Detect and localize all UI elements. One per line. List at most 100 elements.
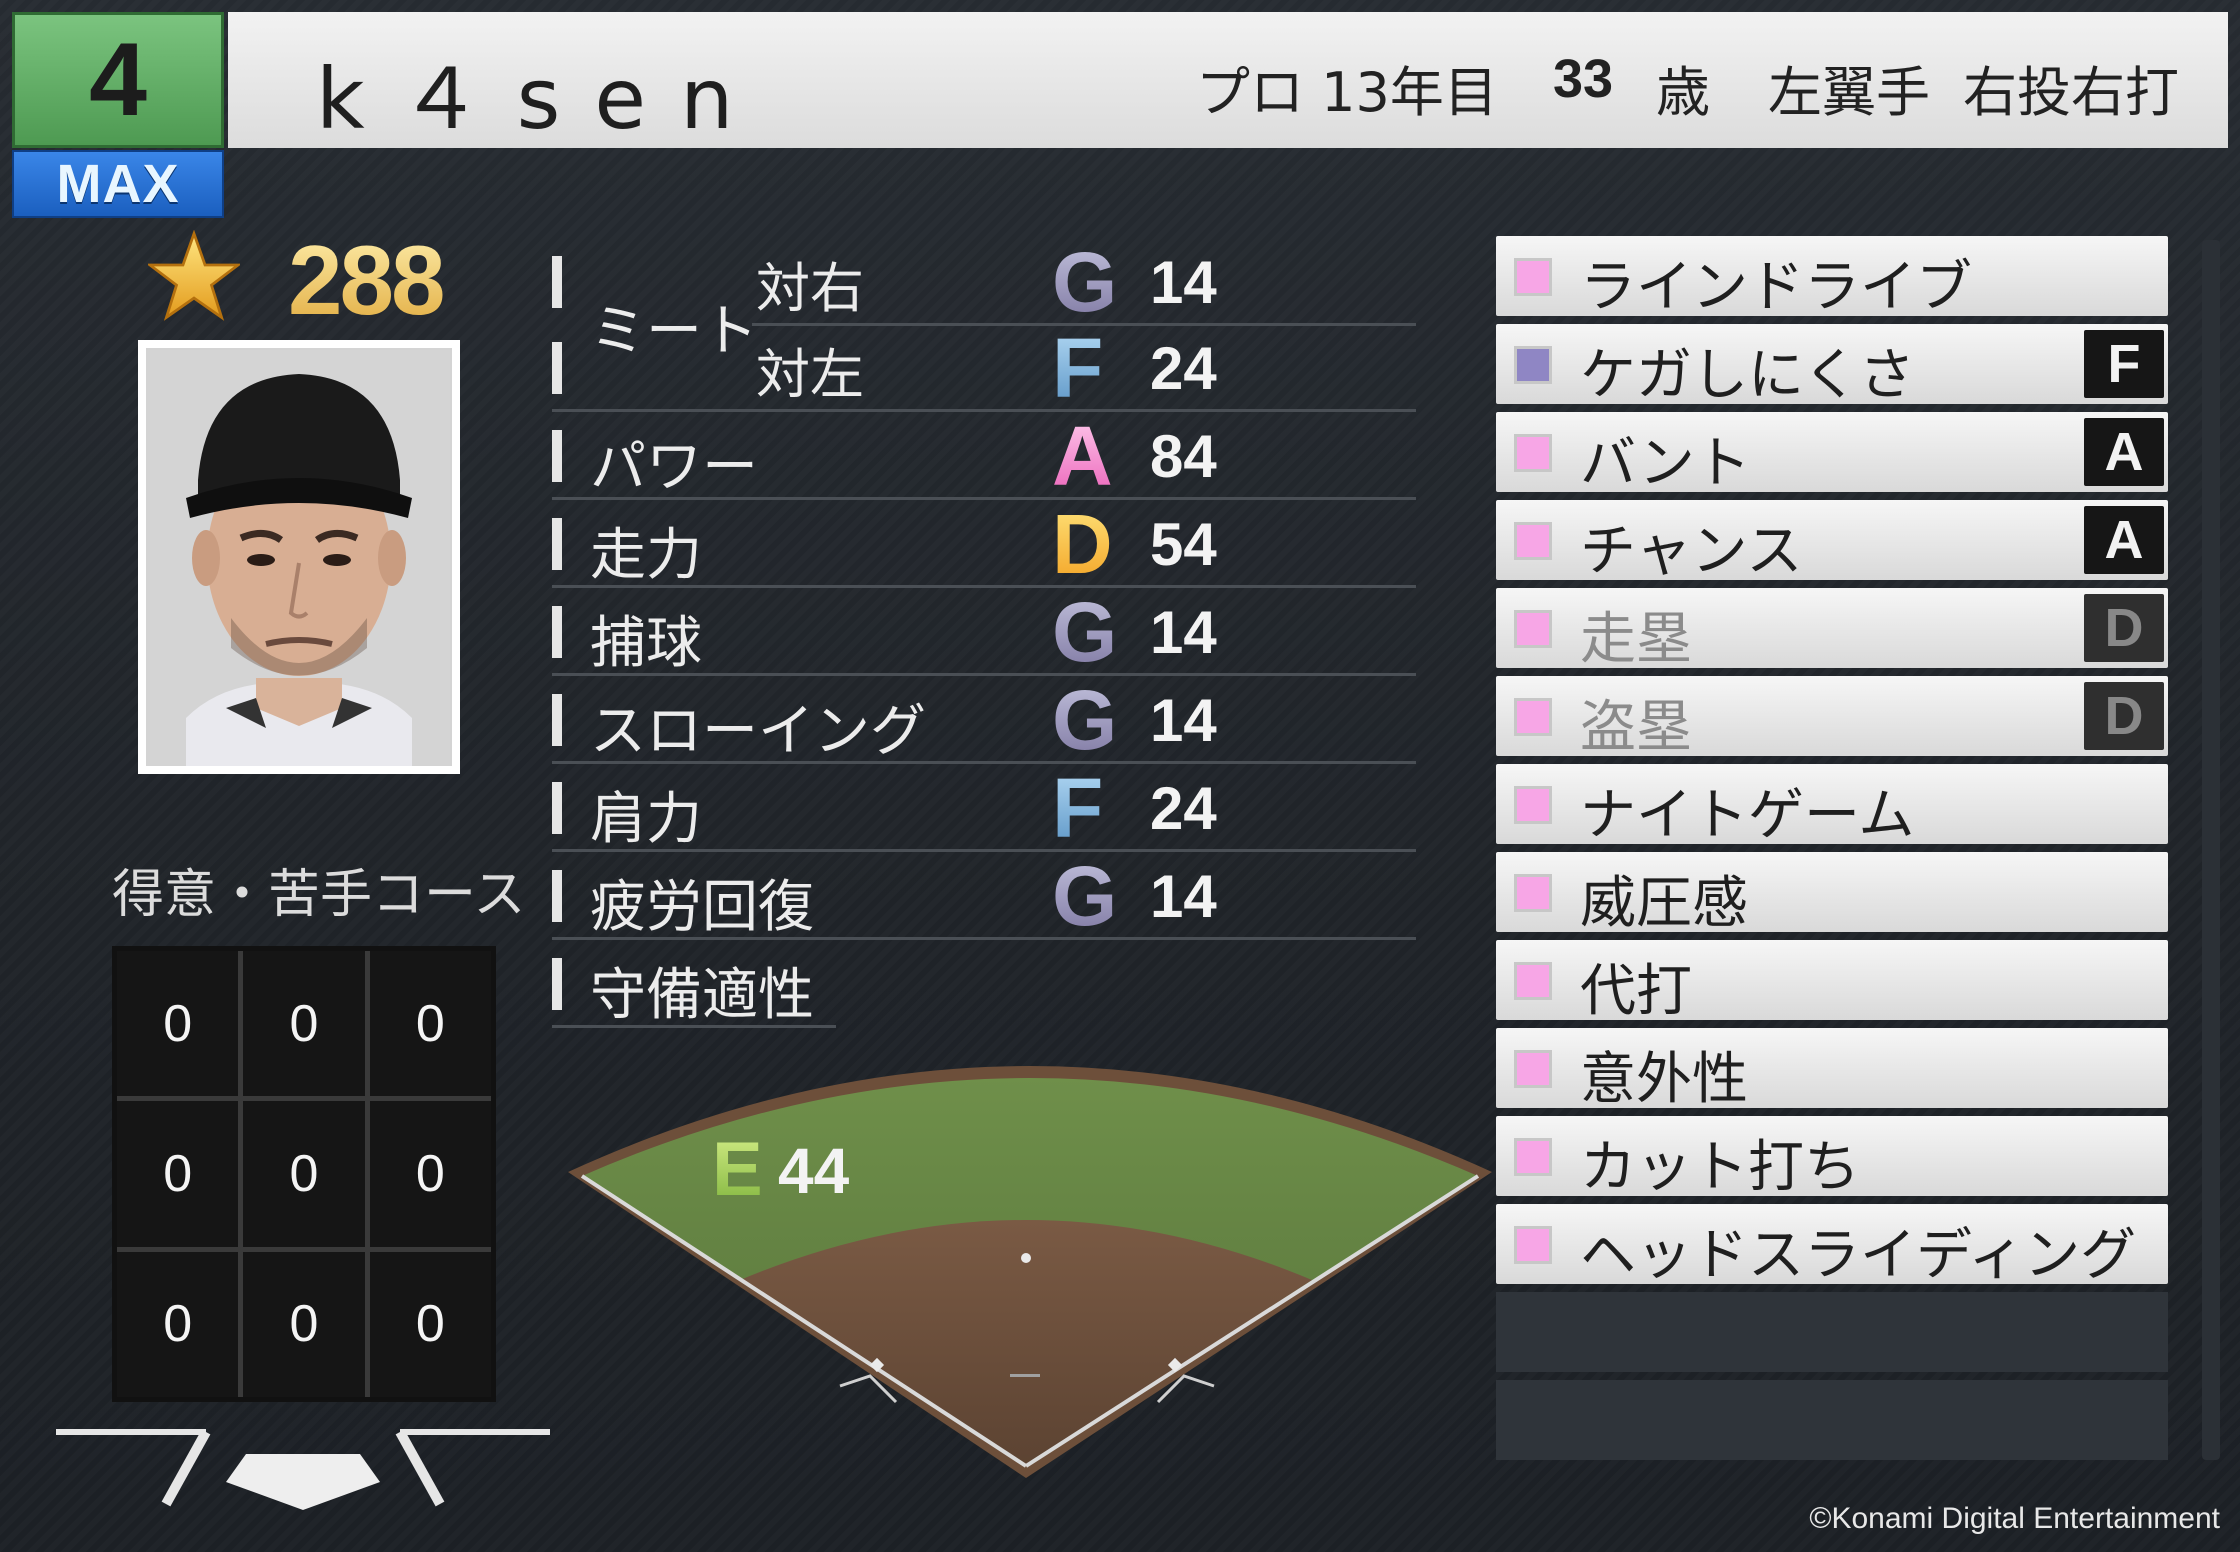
course-cell: 0 [243,1251,365,1397]
stat-defense: 守備適性 [552,940,836,1028]
ability-color-square [1514,522,1552,560]
player-name: k４sen [316,50,768,148]
meet-right-label: 対右 [756,257,864,320]
ability-name: チャンス [1580,519,1803,584]
stat-arm: 肩力 F 24 [552,761,1416,855]
speed-value: 54 [1150,511,1217,578]
catching-label: 捕球 [590,611,702,676]
ability-item[interactable]: ナイトゲーム [1496,764,2168,848]
stat-power: パワー A 84 [552,409,1416,503]
ability-item[interactable]: チャンス A [1496,500,2168,584]
arm-value: 24 [1150,775,1217,842]
ability-color-square [1514,610,1552,648]
stat-throwing: スローイング G 14 [552,673,1416,767]
baseball-field-diagram [568,1066,1492,1478]
ability-name: カット打ち [1580,1135,1860,1200]
stat-catching: 捕球 G 14 [552,585,1416,679]
speed-grade: D [1052,497,1113,591]
defense-value: 44 [778,1135,850,1207]
power-label: パワー [590,435,758,500]
ability-name: 盗塁 [1580,695,1692,760]
position: 左翼手 [1768,61,1930,124]
pro-years: プロ 13年目 [1196,61,1498,124]
meet-left-grade: F [1052,321,1104,415]
ability-item[interactable]: 走塁 D [1496,588,2168,672]
uniform-number: 4 [12,12,224,148]
age-unit: 歳 [1656,61,1710,124]
stat-recovery: 疲労回復 G 14 [552,849,1416,943]
age-value: 33 [1553,49,1614,109]
arm-grade: F [1052,761,1104,855]
course-cell: 0 [369,951,491,1097]
uniform-number-text: 4 [89,21,147,138]
power-grade: A [1052,409,1113,503]
meet-left-value: 24 [1150,335,1217,402]
ability-color-square [1514,874,1552,912]
ability-rank: A [2084,418,2164,486]
ability-rank: D [2084,682,2164,750]
ability-scrollbar[interactable] [2202,240,2220,1460]
ability-name: 代打 [1580,959,1692,1024]
ability-color-square [1514,962,1552,1000]
overall-value: 288 [288,225,446,335]
player-card: 4 MAX k４sen プロ 13年目 33 歳 左翼手 右投右打 288 得意… [0,0,2240,1552]
course-cell: 0 [369,1101,491,1247]
player-face-image [146,348,452,766]
ability-item[interactable]: ラインドライブ [1496,236,2168,320]
ability-item[interactable]: ヘッドスライディング [1496,1204,2168,1288]
stat-meet-left: 対左 F 24 [552,321,1416,415]
course-cell: 0 [117,1101,239,1247]
course-cell: 0 [243,951,365,1097]
ability-item[interactable]: 威圧感 [1496,852,2168,936]
recovery-grade: G [1052,849,1118,943]
catching-grade: G [1052,585,1118,679]
ability-rank: A [2084,506,2164,574]
star-icon [148,230,240,321]
ability-empty-slot [1496,1292,2168,1372]
ability-color-square [1514,1226,1552,1264]
ability-empty-slot [1496,1380,2168,1460]
throwing-label: スローイング [590,699,926,764]
throwing-value: 14 [1150,687,1217,754]
ability-name: ケガしにくさ [1580,343,1915,408]
course-label: 得意・苦手コース [112,865,526,925]
ability-name: 意外性 [1580,1047,1748,1112]
ability-color-square [1514,258,1552,296]
course-cell: 0 [243,1101,365,1247]
name-bar: k４sen プロ 13年目 33 歳 左翼手 右投右打 [228,12,2228,148]
ability-name: ラインドライブ [1580,255,1972,320]
course-grid: 0 0 0 0 0 0 0 0 0 [112,946,496,1402]
defense-grade: E [712,1127,763,1212]
defense-label: 守備適性 [590,963,814,1028]
ability-color-square [1514,786,1552,824]
meet-right-grade: G [1052,235,1118,329]
course-cell: 0 [117,951,239,1097]
catching-value: 14 [1150,599,1217,666]
ability-item[interactable]: 盗塁 D [1496,676,2168,760]
ability-item[interactable]: カット打ち [1496,1116,2168,1200]
meet-left-label: 対左 [756,343,864,406]
player-portrait [138,340,460,774]
home-plate-icon [56,1429,550,1510]
ability-name: ヘッドスライディング [1580,1223,2137,1288]
recovery-value: 14 [1150,863,1217,930]
max-badge: MAX [12,150,224,218]
ability-item[interactable]: 意外性 [1496,1028,2168,1112]
ability-item[interactable]: 代打 [1496,940,2168,1024]
ability-color-square [1514,1138,1552,1176]
ability-color-square [1514,434,1552,472]
stat-speed: 走力 D 54 [552,497,1416,591]
ability-item[interactable]: バント A [1496,412,2168,496]
ability-rank: F [2084,330,2164,398]
ability-rank: D [2084,594,2164,662]
handedness: 右投右打 [1963,61,2179,124]
copyright: ©Konami Digital Entertainment [1809,1502,2220,1535]
ability-name: ナイトゲーム [1580,783,1915,848]
ability-color-square [1514,346,1552,384]
recovery-label: 疲労回復 [590,875,814,940]
speed-label: 走力 [590,523,702,588]
course-cell: 0 [369,1251,491,1397]
ability-color-square [1514,1050,1552,1088]
ability-color-square [1514,698,1552,736]
ability-item[interactable]: ケガしにくさ F [1496,324,2168,408]
